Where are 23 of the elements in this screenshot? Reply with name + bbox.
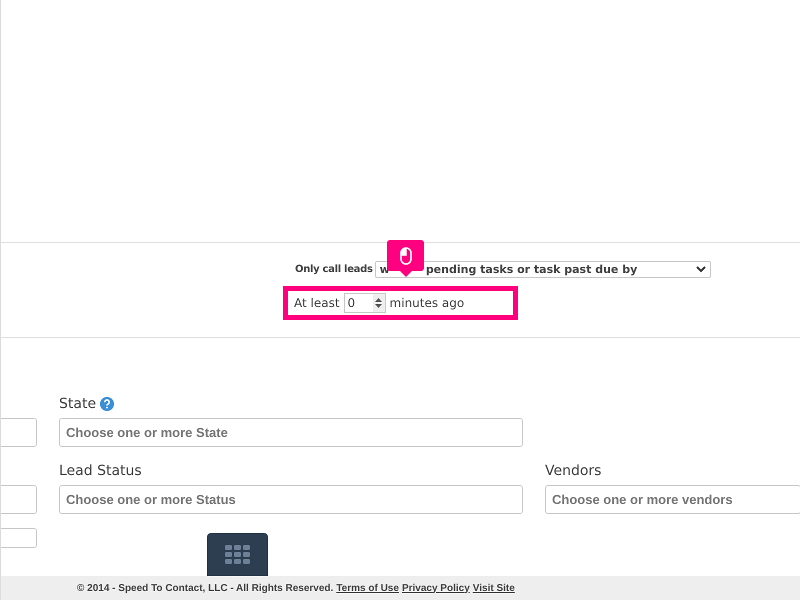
copyright-text: © 2014 - Speed To Contact, LLC - All Rights Reserved.	[77, 582, 334, 594]
multiselect-field[interactable]: Choose one or more vendors	[545, 485, 800, 514]
multiselect-field[interactable]: Choose one or more Status	[59, 485, 523, 514]
mouse-icon	[400, 246, 412, 264]
footer-link[interactable]: Privacy Policy	[402, 582, 470, 594]
filter-label: Only call leads	[295, 264, 373, 275]
chevron-down-icon	[696, 266, 706, 273]
footer-link[interactable]: Visit Site	[472, 582, 515, 594]
grid-icon	[224, 544, 250, 564]
field-label: Vendors	[545, 463, 602, 479]
field-label: State	[59, 396, 96, 412]
suffix-text: minutes ago	[390, 296, 464, 310]
minutes-input[interactable]: 0	[344, 293, 386, 313]
input-field[interactable]	[1, 418, 37, 447]
apps-grid-button[interactable]	[207, 533, 268, 576]
field-label: Lead Status	[59, 463, 142, 479]
input-field[interactable]	[1, 528, 37, 548]
multiselect-field[interactable]: Choose one or more State	[59, 418, 523, 447]
prefix-text: At least	[294, 296, 340, 310]
input-field[interactable]	[1, 485, 37, 514]
footer-link[interactable]: Terms of Use	[336, 582, 399, 594]
help-icon[interactable]	[100, 397, 114, 411]
spinner-icon[interactable]	[372, 294, 385, 312]
